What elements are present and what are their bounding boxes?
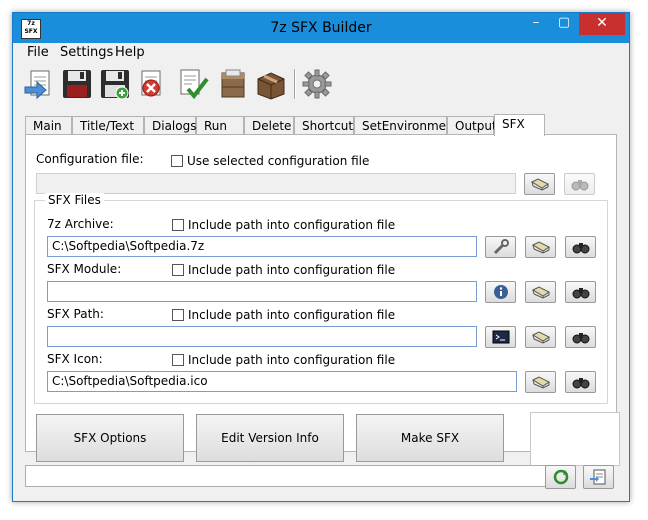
sfx-icon-include-path-label: Include path into configuration file xyxy=(188,353,396,367)
open-button[interactable] xyxy=(22,67,56,101)
sfx-path-browse-button[interactable] xyxy=(525,326,556,348)
sfx-icon-browse-button[interactable] xyxy=(525,371,556,393)
tab-delete[interactable]: Delete xyxy=(244,116,294,134)
make-sfx-button[interactable]: Make SFX xyxy=(356,414,504,462)
sfx-box-icon xyxy=(257,72,285,100)
tab-shortcuts[interactable]: Shortcuts xyxy=(294,116,359,134)
save-button[interactable] xyxy=(60,67,94,101)
config-browse-button[interactable] xyxy=(524,173,555,195)
browse-folder-icon xyxy=(530,178,549,191)
settings-button[interactable] xyxy=(300,67,334,101)
settings-gear-icon xyxy=(302,69,332,99)
module-label: SFX Module: xyxy=(47,262,122,276)
log-button[interactable] xyxy=(583,465,614,489)
sfx-path-include-path-checkbox[interactable] xyxy=(172,309,184,321)
sfx-path-console-button[interactable] xyxy=(485,326,516,348)
refresh-icon xyxy=(553,469,569,485)
module-view-button[interactable] xyxy=(565,281,596,303)
sfx-files-group-title: SFX Files xyxy=(45,193,104,207)
archive-include-path-label: Include path into configuration file xyxy=(188,218,396,232)
archive-path-field[interactable]: C:\Softpedia\Softpedia.7z xyxy=(47,236,477,257)
toolbar-separator xyxy=(294,69,296,99)
menu-file[interactable]: File xyxy=(27,45,49,60)
maximize-button[interactable]: ▢ xyxy=(550,13,578,35)
save-icon xyxy=(63,70,91,98)
tab-setenvironment[interactable]: SetEnvironment xyxy=(354,116,458,134)
sfx-icon-include-path-checkbox[interactable] xyxy=(172,354,184,366)
binoculars-icon xyxy=(572,333,590,344)
tab-sfx[interactable]: SFX xyxy=(494,114,545,136)
menu-settings[interactable]: Settings xyxy=(60,45,113,60)
open-icon xyxy=(24,70,50,100)
console-icon xyxy=(492,330,510,344)
module-info-button[interactable] xyxy=(485,281,516,303)
tab-run[interactable]: Run xyxy=(196,116,244,134)
module-path-field[interactable] xyxy=(47,281,477,302)
save-new-icon xyxy=(101,70,129,100)
browse-folder-icon xyxy=(531,376,550,389)
sfx-options-button[interactable]: SFX Options xyxy=(36,414,184,462)
edit-version-info-button[interactable]: Edit Version Info xyxy=(196,414,344,462)
toolbar xyxy=(13,63,629,107)
archive-button[interactable] xyxy=(216,67,250,101)
config-view-button[interactable] xyxy=(564,173,595,195)
save-new-button[interactable] xyxy=(98,67,132,101)
delete-button[interactable] xyxy=(135,67,169,101)
browse-folder-icon xyxy=(531,331,550,344)
sfx-files-group: SFX Files 7z Archive: Include path into … xyxy=(34,193,608,404)
document-log-icon xyxy=(590,469,606,485)
main-window: 7z SFX 7z SFX Builder – ▢ ✕ File Setting… xyxy=(12,12,630,502)
close-button[interactable]: ✕ xyxy=(579,13,625,35)
sfx-path-view-button[interactable] xyxy=(565,326,596,348)
binoculars-icon xyxy=(572,378,590,389)
check-icon xyxy=(180,69,209,100)
configuration-file-label: Configuration file: xyxy=(36,152,144,166)
delete-icon xyxy=(141,70,161,97)
sfx-path-include-path-label: Include path into configuration file xyxy=(188,308,396,322)
menu-help[interactable]: Help xyxy=(115,45,145,60)
module-include-path-label: Include path into configuration file xyxy=(188,263,396,277)
tab-dialogs[interactable]: Dialogs xyxy=(144,116,196,134)
check-button[interactable] xyxy=(176,67,210,101)
sfx-icon-label: SFX Icon: xyxy=(47,352,103,366)
archive-label: 7z Archive: xyxy=(47,217,114,231)
module-include-path-checkbox[interactable] xyxy=(172,264,184,276)
configuration-file-field[interactable] xyxy=(36,173,516,194)
sfx-tab-panel: Configuration file: Use selected configu… xyxy=(25,134,620,466)
binoculars-icon xyxy=(571,180,589,191)
minimize-button[interactable]: – xyxy=(522,13,550,35)
archive-box-icon xyxy=(221,69,245,98)
sfx-path-field[interactable] xyxy=(47,326,477,347)
wrench-icon xyxy=(493,239,509,255)
archive-browse-button[interactable] xyxy=(525,236,556,258)
tab-title-text[interactable]: Title/Text xyxy=(72,116,144,134)
tab-main[interactable]: Main xyxy=(25,116,72,134)
title-bar[interactable]: 7z SFX 7z SFX Builder – ▢ ✕ xyxy=(13,13,629,43)
tab-output[interactable]: Output xyxy=(447,116,497,134)
archive-include-path-checkbox[interactable] xyxy=(172,219,184,231)
icon-preview-box xyxy=(530,412,620,466)
browse-folder-icon xyxy=(531,286,550,299)
use-selected-config-checkbox[interactable] xyxy=(171,155,183,167)
menu-bar: File Settings Help xyxy=(13,43,629,63)
status-bar xyxy=(25,465,549,487)
binoculars-icon xyxy=(572,243,590,254)
use-selected-config-label: Use selected configuration file xyxy=(187,154,370,168)
module-browse-button[interactable] xyxy=(525,281,556,303)
sfx-icon-view-button[interactable] xyxy=(565,371,596,393)
binoculars-icon xyxy=(572,288,590,299)
refresh-button[interactable] xyxy=(545,465,576,489)
archive-view-button[interactable] xyxy=(565,236,596,258)
sfx-path-label: SFX Path: xyxy=(47,307,104,321)
sfx-icon-field[interactable]: C:\Softpedia\Softpedia.ico xyxy=(47,371,517,392)
sfx-box-button[interactable] xyxy=(254,67,288,101)
archive-tool-button[interactable] xyxy=(485,236,516,258)
info-icon xyxy=(494,285,508,299)
browse-folder-icon xyxy=(531,241,550,254)
